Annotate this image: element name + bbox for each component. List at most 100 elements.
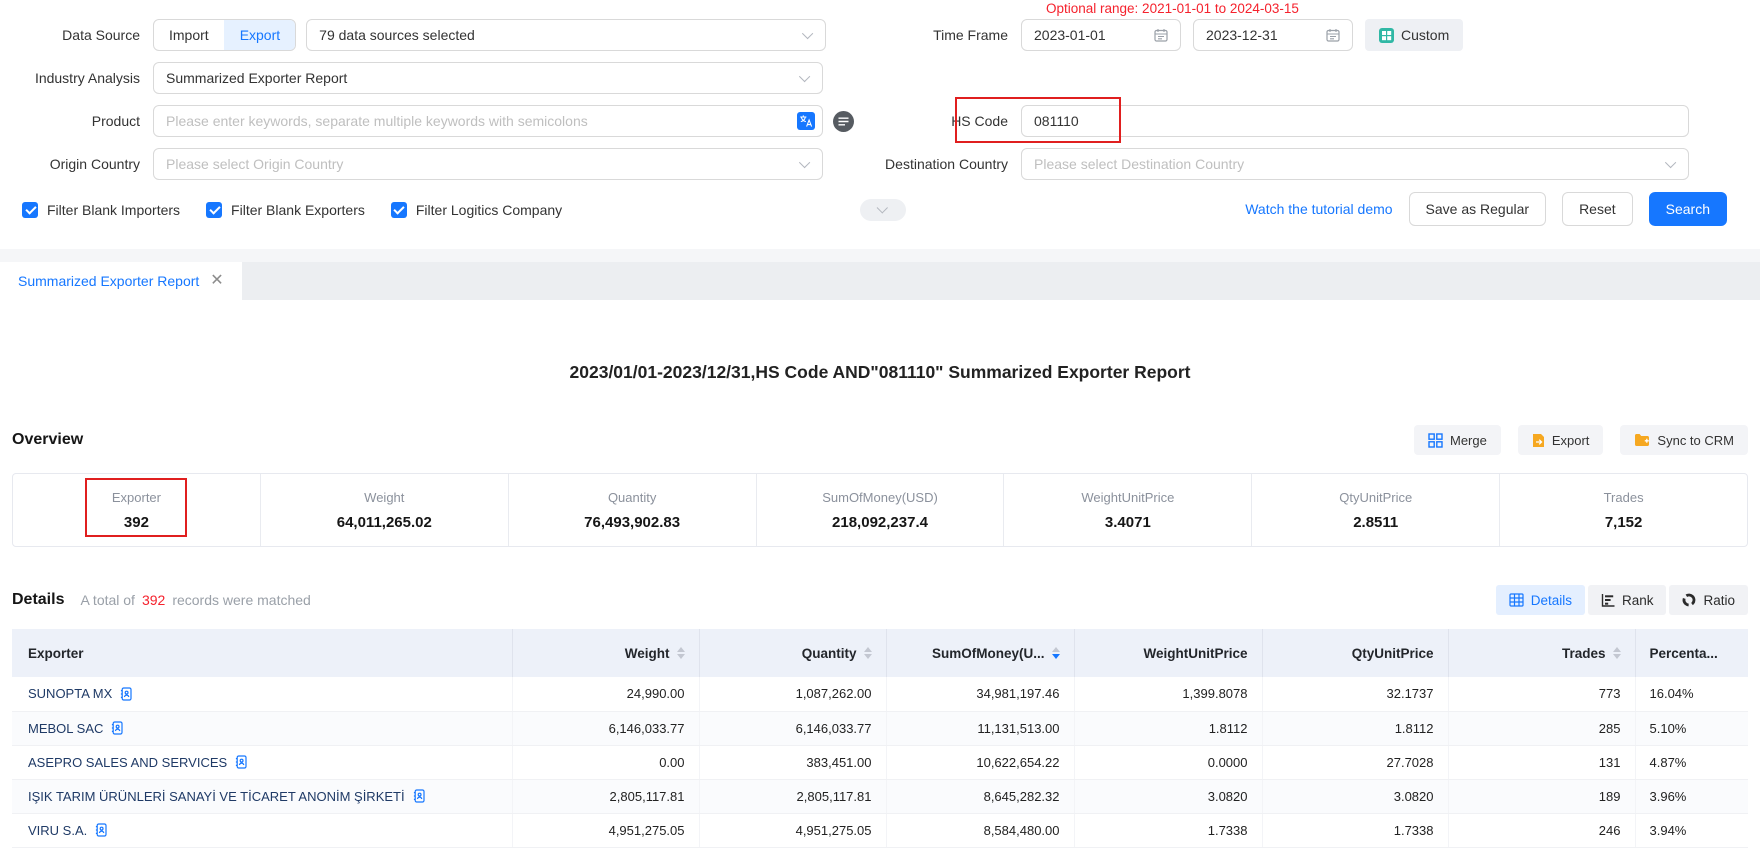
exporter-link[interactable]: SUNOPTA MX [28, 686, 112, 701]
view-rank-button[interactable]: Rank [1588, 585, 1667, 615]
save-as-regular-button[interactable]: Save as Regular [1409, 192, 1547, 226]
filter-checkbox[interactable]: Filter Blank Importers [22, 202, 180, 218]
exporter-link[interactable]: VIRU S.A. [28, 823, 87, 838]
sort-icon[interactable] [1613, 647, 1621, 659]
contact-icon[interactable] [95, 823, 107, 837]
column-header[interactable]: WeightUnitPrice [1074, 629, 1262, 677]
ratio-donut-icon [1682, 593, 1696, 607]
product-label: Product [0, 113, 153, 129]
column-header[interactable]: Percenta... [1635, 629, 1748, 677]
checkbox-icon[interactable] [391, 202, 407, 218]
exporter-cell: IŞIK TARIM ÜRÜNLERİ SANAYİ VE TİCARET AN… [12, 779, 512, 813]
sync-to-crm-button[interactable]: Sync to CRM [1620, 425, 1748, 455]
contact-icon[interactable] [413, 789, 425, 803]
custom-range-button[interactable]: Custom [1365, 19, 1463, 51]
export-file-icon [1532, 433, 1545, 448]
chevron-down-icon [877, 202, 888, 213]
destination-country-group: Destination Country Please select Destin… [854, 147, 1689, 181]
overview-stat: Trades 7,152 [1499, 474, 1747, 546]
exporter-link[interactable]: ASEPRO SALES AND SERVICES [28, 755, 227, 770]
contact-icon[interactable] [235, 755, 247, 769]
sort-icon[interactable] [864, 647, 872, 659]
view-details-button[interactable]: Details [1496, 585, 1585, 615]
sum-of-money-cell: 11,131,513.00 [886, 711, 1074, 745]
chevron-down-icon [802, 28, 813, 39]
hs-code-input[interactable] [1021, 105, 1689, 137]
exporter-link[interactable]: MEBOL SAC [28, 721, 103, 736]
sort-icon[interactable] [677, 647, 685, 659]
hs-code-label: HS Code [854, 113, 1021, 129]
export-toggle[interactable]: Export [224, 20, 295, 50]
origin-country-row: Origin Country Please select Origin Coun… [0, 147, 1760, 181]
column-header[interactable]: Exporter [12, 629, 512, 677]
hs-code-input-wrap [1021, 105, 1689, 137]
percentage-cell: 5.10% [1635, 711, 1748, 745]
overview-stat: WeightUnitPrice 3.4071 [1003, 474, 1251, 546]
tutorial-link[interactable]: Watch the tutorial demo [1245, 201, 1392, 217]
percentage-cell: 3.96% [1635, 779, 1748, 813]
filter-options-row: Filter Blank Importers Filter Blank Expo… [0, 196, 1760, 224]
column-header[interactable]: Quantity [699, 629, 886, 677]
data-sources-select[interactable]: 79 data sources selected [306, 19, 826, 51]
contact-icon[interactable] [120, 687, 132, 701]
stat-value: 218,092,237.4 [832, 514, 928, 531]
weight-cell: 6,146,033.77 [512, 711, 699, 745]
end-date-picker[interactable]: 2023-12-31 [1193, 19, 1353, 51]
stat-value: 2.8511 [1353, 514, 1398, 531]
industry-analysis-select[interactable]: Summarized Exporter Report [153, 62, 823, 94]
filter-checkbox[interactable]: Filter Blank Exporters [206, 202, 365, 218]
exporter-link[interactable]: IŞIK TARIM ÜRÜNLERİ SANAYİ VE TİCARET AN… [28, 789, 405, 804]
view-ratio-button[interactable]: Ratio [1669, 585, 1748, 615]
destination-country-select[interactable]: Please select Destination Country [1021, 148, 1689, 180]
stat-label: Weight [364, 490, 404, 505]
details-heading: Details [12, 591, 64, 609]
reset-button[interactable]: Reset [1562, 192, 1633, 226]
import-toggle[interactable]: Import [154, 20, 224, 50]
product-input[interactable] [153, 105, 823, 137]
quantity-cell: 1,087,262.00 [699, 677, 886, 711]
tab-label: Summarized Exporter Report [18, 273, 199, 289]
collapse-toggle[interactable] [860, 199, 906, 221]
qty-unit-price-cell: 27.7028 [1262, 745, 1448, 779]
column-header[interactable]: SumOfMoney(U... [886, 629, 1074, 677]
contact-icon[interactable] [111, 721, 123, 735]
keyword-list-icon[interactable] [832, 110, 855, 133]
divider-band [0, 249, 1760, 262]
optional-range-text: Optional range: 2021-01-01 to 2024-03-15 [1046, 1, 1299, 16]
search-button[interactable]: Search [1649, 192, 1727, 226]
column-header[interactable]: Weight [512, 629, 699, 677]
column-label: Exporter [28, 646, 84, 661]
column-label: WeightUnitPrice [1143, 646, 1247, 661]
record-count: 392 [142, 592, 165, 608]
merge-button[interactable]: Merge [1414, 425, 1501, 455]
view-switcher: Details Rank Ratio [1496, 585, 1748, 615]
data-sources-value: 79 data sources selected [319, 27, 475, 43]
trades-cell: 773 [1448, 677, 1635, 711]
stat-value: 392 [124, 514, 149, 531]
view-details-label: Details [1531, 593, 1572, 608]
weight-cell: 24,990.00 [512, 677, 699, 711]
translate-icon[interactable] [797, 112, 815, 135]
weight-unit-price-cell: 1.8112 [1074, 711, 1262, 745]
stat-label: QtyUnitPrice [1339, 490, 1412, 505]
column-label: SumOfMoney(U... [932, 646, 1045, 661]
filter-checkbox[interactable]: Filter Logitics Company [391, 202, 562, 218]
qty-unit-price-cell: 1.8112 [1262, 711, 1448, 745]
origin-country-select[interactable]: Please select Origin Country [153, 148, 823, 180]
tab-bar: Summarized Exporter Report ✕ [0, 262, 1760, 300]
export-button[interactable]: Export [1518, 425, 1604, 455]
table-row: MEBOL SAC 6,146,033.77 6,146,033.77 11,1… [12, 711, 1748, 745]
data-source-label: Data Source [0, 27, 153, 43]
column-header[interactable]: Trades [1448, 629, 1635, 677]
sort-icon[interactable] [1052, 647, 1060, 659]
record-count-text: A total of 392 records were matched [80, 592, 310, 608]
tab-summarized-exporter-report[interactable]: Summarized Exporter Report ✕ [0, 262, 242, 300]
trades-cell: 285 [1448, 711, 1635, 745]
checkbox-icon[interactable] [22, 202, 38, 218]
view-ratio-label: Ratio [1703, 593, 1735, 608]
checkbox-icon[interactable] [206, 202, 222, 218]
start-date-picker[interactable]: 2023-01-01 [1021, 19, 1181, 51]
stat-value: 7,152 [1605, 514, 1643, 531]
close-icon[interactable]: ✕ [210, 273, 223, 289]
column-header[interactable]: QtyUnitPrice [1262, 629, 1448, 677]
